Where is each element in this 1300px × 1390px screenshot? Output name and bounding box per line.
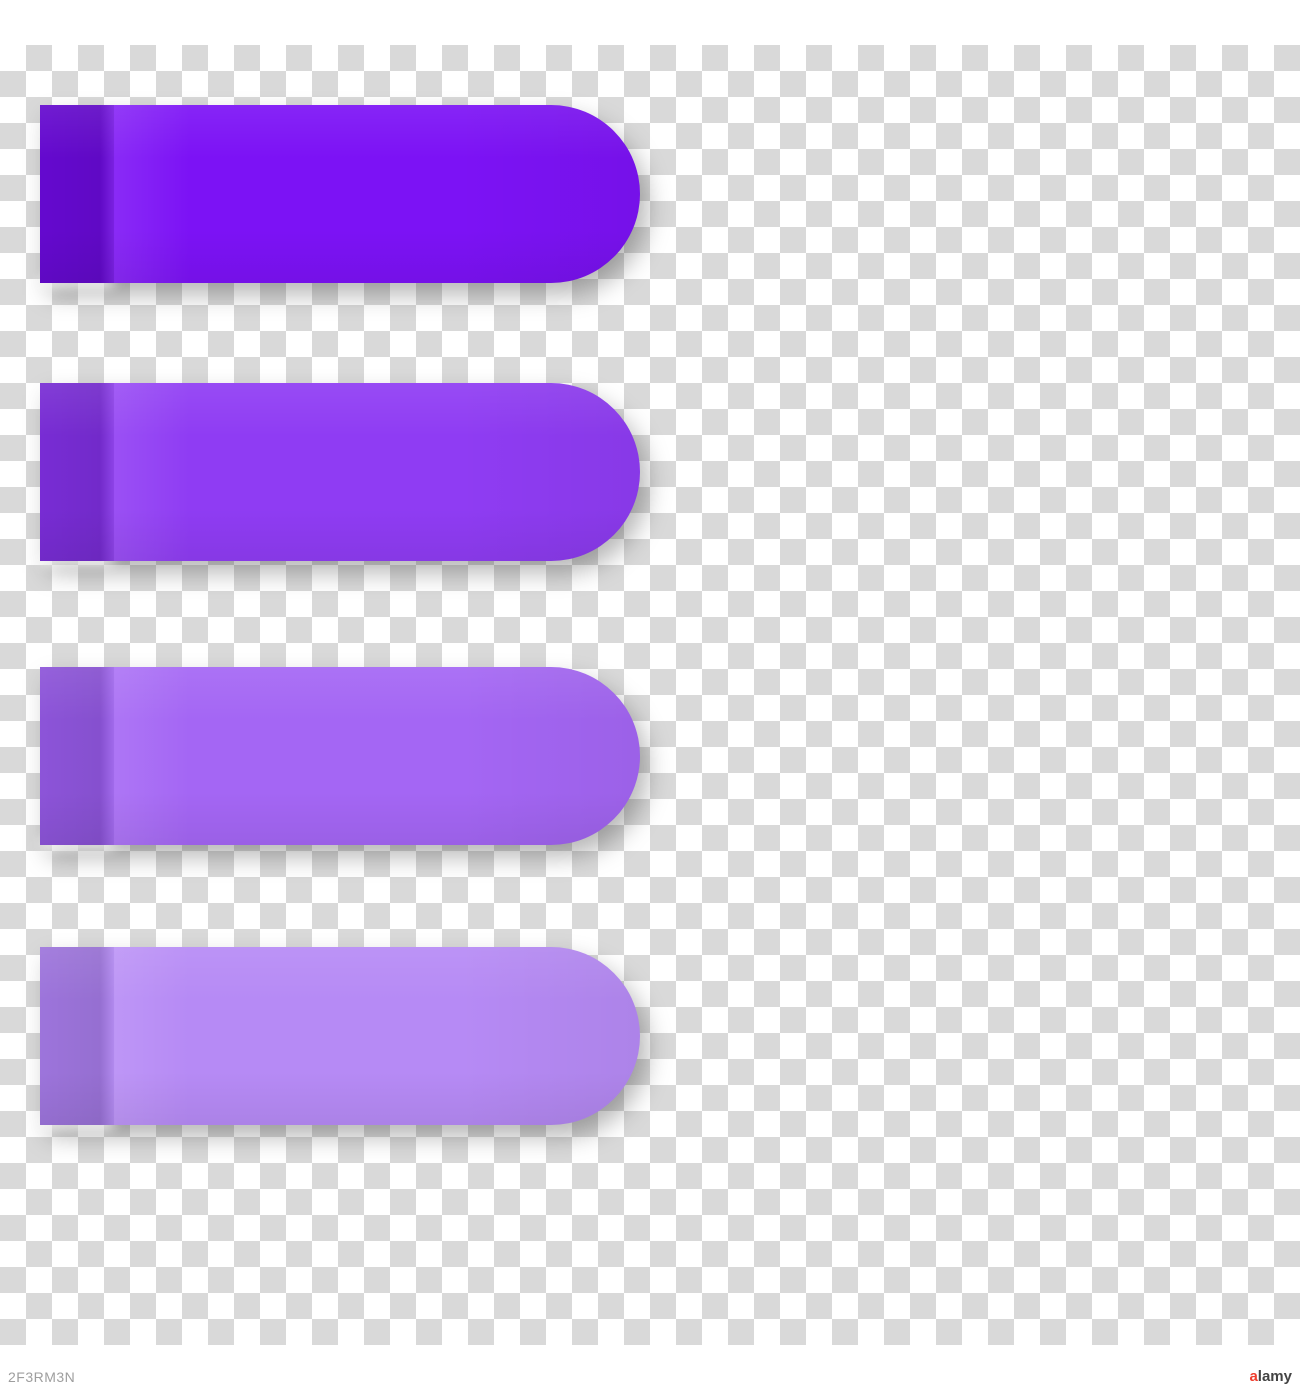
stock-image-id: 2F3RM3N <box>8 1370 75 1384</box>
logo-letter: a <box>1249 1368 1257 1385</box>
stock-logo: alamy <box>1249 1369 1292 1384</box>
sticker-body <box>40 383 640 561</box>
image-canvas: 2F3RM3N alamy <box>0 0 1300 1390</box>
sticker-tab-4 <box>40 947 640 1125</box>
sticker-body <box>40 947 640 1125</box>
logo-rest: lamy <box>1258 1368 1292 1385</box>
sticker-body <box>40 667 640 845</box>
sticker-tab-3 <box>40 667 640 845</box>
sticker-tab-2 <box>40 383 640 561</box>
sticker-body <box>40 105 640 283</box>
sticker-tab-1 <box>40 105 640 283</box>
